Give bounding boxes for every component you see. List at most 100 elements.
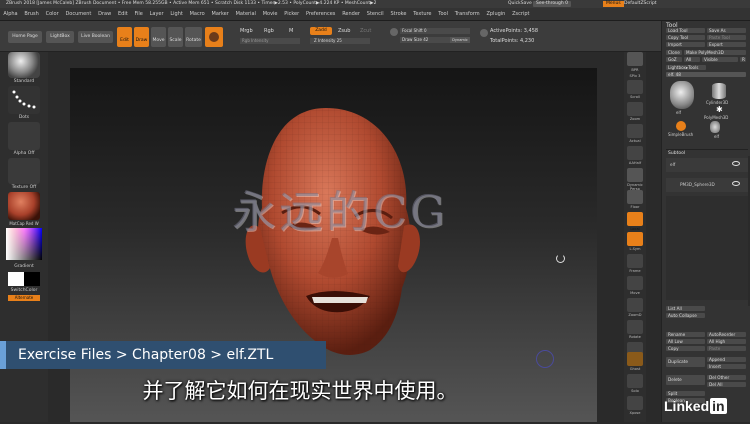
rename-button[interactable]: Rename <box>666 332 705 337</box>
material-swatch[interactable] <box>8 192 40 220</box>
secondary-color-swatch[interactable] <box>24 272 40 286</box>
menu-draw[interactable]: Draw <box>95 8 115 21</box>
focal-shift-slider[interactable]: Focal Shift 0 <box>400 28 470 34</box>
copy-tool-button[interactable]: Copy Tool <box>666 35 705 40</box>
auto-collapse-button[interactable]: Auto Collapse <box>666 313 705 318</box>
mrgb-button[interactable]: Mrgb <box>240 28 253 34</box>
paste-button[interactable]: Paste <box>707 346 746 351</box>
bpr-render-icon[interactable] <box>627 52 643 66</box>
menu-color[interactable]: Color <box>42 8 62 21</box>
import-button[interactable]: Import <box>666 42 705 47</box>
edit-button[interactable]: Edit <box>117 27 132 47</box>
menu-tool[interactable]: Tool <box>435 8 452 21</box>
del-all-button[interactable]: Del All <box>707 382 746 387</box>
elf-tool-thumb[interactable] <box>670 81 694 109</box>
menu-material[interactable]: Material <box>232 8 259 21</box>
zoom-icon[interactable] <box>627 102 643 116</box>
append-button[interactable]: Append <box>707 357 746 362</box>
menu-render[interactable]: Render <box>339 8 364 21</box>
goz-button[interactable]: GoZ <box>666 57 682 62</box>
standard-brush-icon[interactable] <box>8 52 40 78</box>
load-tool-button[interactable]: Load Tool <box>666 28 705 33</box>
rgb-intensity-slider[interactable]: Rgb Intensity <box>240 38 300 44</box>
all-high-button[interactable]: All High <box>707 339 746 344</box>
frame-icon[interactable] <box>627 254 643 268</box>
menu-layer[interactable]: Layer <box>146 8 167 21</box>
local-icon[interactable] <box>627 212 643 226</box>
zcut-button[interactable]: Zcut <box>360 28 371 34</box>
aahalf-icon[interactable] <box>627 146 643 160</box>
copy-button[interactable]: Copy <box>666 346 705 351</box>
menu-brush[interactable]: Brush <box>21 8 42 21</box>
menu-zplugin[interactable]: Zplugin <box>483 8 509 21</box>
menu-document[interactable]: Document <box>62 8 95 21</box>
menu-picker[interactable]: Picker <box>281 8 303 21</box>
m-button[interactable]: M <box>289 28 293 34</box>
dots-stroke-icon[interactable] <box>8 86 40 114</box>
scale-button[interactable]: Scale <box>168 27 183 47</box>
menu-edit[interactable]: Edit <box>115 8 131 21</box>
rgb-button[interactable]: Rgb <box>264 28 274 34</box>
sphere-brush-icon[interactable] <box>205 27 223 47</box>
subtool-item-sphere[interactable]: PM3D_Sphere3D <box>666 178 748 192</box>
color-picker[interactable] <box>6 228 42 260</box>
menu-stroke[interactable]: Stroke <box>387 8 410 21</box>
ghost-icon[interactable] <box>627 352 643 366</box>
draw-button[interactable]: Draw <box>134 27 149 47</box>
visible-button[interactable]: Visible <box>702 57 738 62</box>
lightbox-tools-button[interactable]: Lightbox▸Tools <box>666 65 706 70</box>
home-page-button[interactable]: Home Page <box>8 31 42 43</box>
solo-icon[interactable] <box>627 374 643 388</box>
quicksave-button[interactable]: QuickSave <box>508 0 532 8</box>
move-button[interactable]: Move <box>151 27 166 47</box>
menu-texture[interactable]: Texture <box>410 8 435 21</box>
simplebrush-icon[interactable] <box>676 121 686 131</box>
subtool-header[interactable]: Subtool <box>668 151 685 156</box>
scroll-icon[interactable] <box>627 80 643 94</box>
all-low-button[interactable]: All Low <box>666 339 705 344</box>
rotate-button[interactable]: Rotate <box>185 27 202 47</box>
cylinder3d-thumb[interactable] <box>712 83 726 99</box>
paste-tool-button[interactable]: Paste Tool <box>707 35 746 40</box>
insert-button[interactable]: Insert <box>707 364 746 369</box>
xpose-icon[interactable] <box>627 396 643 410</box>
z-intensity-slider[interactable]: Z Intensity 25 <box>310 38 370 44</box>
visibility-eye-icon[interactable] <box>732 181 740 186</box>
menu-alpha[interactable]: Alpha <box>0 8 21 21</box>
alternate-button[interactable]: Alternate <box>8 295 40 301</box>
menu-stencil[interactable]: Stencil <box>363 8 387 21</box>
del-other-button[interactable]: Del Other <box>707 375 746 380</box>
see-through-slider[interactable]: See-through 0 <box>533 1 571 7</box>
lsym-icon[interactable] <box>627 232 643 246</box>
subtool-item-elf[interactable]: elf <box>666 158 748 172</box>
zsub-button[interactable]: Zsub <box>338 28 350 34</box>
split-button[interactable]: Split <box>666 391 705 396</box>
floor-icon[interactable] <box>627 190 643 204</box>
menu-macro[interactable]: Macro <box>186 8 208 21</box>
live-boolean-button[interactable]: Live Boolean <box>78 31 113 43</box>
elf-small-thumb[interactable] <box>710 121 720 133</box>
r-button[interactable]: R <box>740 57 746 62</box>
menu-light[interactable]: Light <box>167 8 186 21</box>
menu-preferences[interactable]: Preferences <box>303 8 339 21</box>
polymesh-star-icon[interactable]: ✱ <box>716 105 723 114</box>
texture-slot[interactable] <box>8 158 40 184</box>
duplicate-button[interactable]: Duplicate <box>666 357 705 367</box>
lightbox-button[interactable]: LightBox <box>46 31 74 43</box>
delete-button[interactable]: Delete <box>666 375 705 385</box>
menu-file[interactable]: File <box>131 8 146 21</box>
zoom3d-icon[interactable] <box>627 298 643 312</box>
menus-button[interactable]: Menus <box>603 1 624 7</box>
export-button[interactable]: Export <box>707 42 746 47</box>
clone-button[interactable]: Clone <box>666 50 682 55</box>
spix-label[interactable]: SPix 3 <box>624 74 646 78</box>
menu-zscript[interactable]: Zscript <box>509 8 533 21</box>
all-button[interactable]: All <box>684 57 700 62</box>
move-icon[interactable] <box>627 276 643 290</box>
zadd-button[interactable]: Zadd <box>310 27 332 35</box>
default-zscript-button[interactable]: DefaultZScript <box>624 0 657 8</box>
menu-transform[interactable]: Transform <box>451 8 483 21</box>
menu-marker[interactable]: Marker <box>208 8 232 21</box>
visibility-eye-icon[interactable] <box>732 161 740 166</box>
list-all-button[interactable]: List All <box>666 306 705 311</box>
